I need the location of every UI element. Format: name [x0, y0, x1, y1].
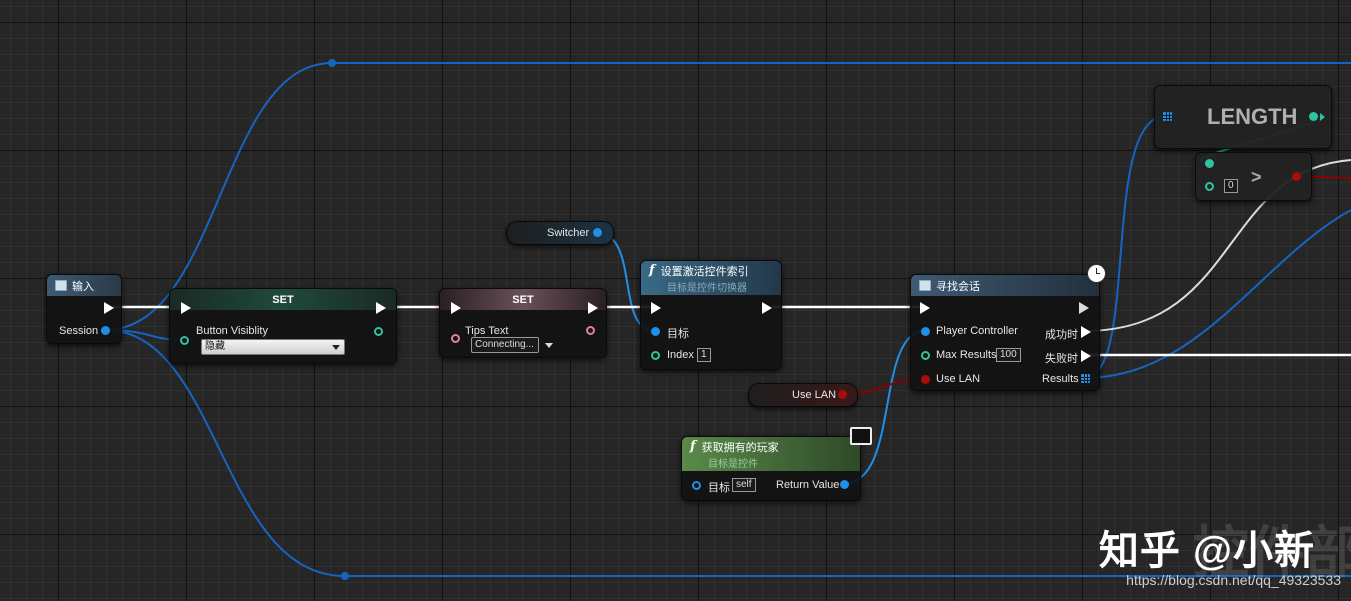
caret-down-icon[interactable] [545, 343, 553, 348]
visibility-in-pin[interactable] [180, 336, 189, 345]
get-owning-player-title: 获取拥有的玩家 [701, 441, 779, 454]
exec-out-pin[interactable] [588, 302, 598, 314]
tips-in-pin[interactable] [451, 334, 460, 343]
length-out-arrow [1320, 113, 1325, 121]
player-controller-label: Player Controller [936, 325, 1018, 337]
return-value-label: Return Value [776, 479, 840, 491]
watermark-url: https://blog.csdn.net/qq_49323533 [1126, 572, 1341, 588]
exec-out-hollow-pin[interactable] [1079, 302, 1089, 314]
function-icon: f [649, 263, 655, 278]
owning-target-value[interactable]: self [732, 478, 756, 492]
exec-out-pin[interactable] [762, 302, 772, 314]
target-label: 目标 [667, 328, 689, 340]
on-failure-label: 失败时 [1045, 353, 1078, 365]
find-sessions-header: 寻找会话 [911, 275, 1099, 296]
reroute-node-top [328, 59, 336, 67]
greater-op-label: > [1251, 167, 1262, 187]
owning-target-label: 目标 [708, 482, 730, 494]
tips-text-value[interactable]: Connecting... [471, 337, 539, 353]
index-label: Index [667, 349, 694, 361]
exec-in-pin[interactable] [181, 302, 191, 314]
length-array-in-pin[interactable] [1163, 112, 1172, 121]
get-owning-player-header: f 获取拥有的玩家 目标是控件 [682, 437, 860, 471]
input-node[interactable]: 输入 Session [46, 274, 122, 344]
owning-target-pin[interactable] [692, 481, 701, 490]
length-title: LENGTH [1207, 104, 1298, 129]
struct-icon [919, 280, 931, 291]
set-active-widget-index-header: f 设置激活控件索引 目标是控件切换器 [641, 261, 781, 295]
greater-a-pin[interactable] [1205, 159, 1214, 168]
set-active-widget-index-title: 设置激活控件索引 [660, 265, 749, 278]
length-node[interactable]: LENGTH [1154, 85, 1332, 149]
chevron-down-icon [332, 345, 340, 350]
target-pin[interactable] [651, 327, 660, 336]
set-tips-node[interactable]: SET Tips Text Connecting... [439, 288, 607, 358]
greater-out-pin[interactable] [1292, 172, 1301, 181]
exec-in-pin[interactable] [651, 302, 661, 314]
index-pin[interactable] [651, 351, 660, 360]
set-active-widget-index-node[interactable]: f 设置激活控件索引 目标是控件切换器 目标 Index 1 [640, 260, 782, 370]
set-visibility-title: SET [272, 293, 294, 306]
return-value-pin[interactable] [840, 480, 849, 489]
find-sessions-title: 寻找会话 [936, 280, 980, 293]
session-pin[interactable] [101, 326, 110, 335]
visibility-out-pin[interactable] [374, 327, 383, 336]
use-lan-var-label: Use LAN [792, 389, 837, 401]
get-owning-player-subtitle: 目标是控件 [708, 458, 758, 470]
session-label: Session [59, 325, 99, 337]
switcher-label: Switcher [547, 227, 590, 239]
exec-out-pin[interactable] [104, 302, 114, 314]
set-tips-title: SET [512, 293, 534, 306]
set-tips-header: SET [440, 289, 606, 310]
use-lan-in-label: Use LAN [936, 373, 981, 385]
index-value-input[interactable]: 1 [697, 348, 711, 362]
tips-out-pin[interactable] [586, 326, 595, 335]
on-success-pin[interactable] [1081, 326, 1091, 338]
exec-in-pin[interactable] [451, 302, 461, 314]
results-label: Results [1042, 373, 1079, 385]
greater-than-node[interactable]: 0 > [1195, 152, 1312, 201]
on-success-label: 成功时 [1045, 329, 1078, 341]
tips-text-label: Tips Text [465, 325, 509, 337]
input-node-title: 输入 [72, 280, 94, 293]
switcher-variable-node[interactable]: Switcher [506, 221, 614, 245]
input-node-header: 输入 [47, 275, 121, 296]
exec-out-pin[interactable] [376, 302, 386, 314]
watermark-text: 知乎 @小新 [1098, 529, 1315, 573]
monitor-icon [850, 427, 872, 445]
greater-b-input[interactable]: 0 [1224, 179, 1238, 193]
set-visibility-header: SET [170, 289, 396, 310]
use-lan-out-pin[interactable] [838, 390, 847, 399]
greater-b-pin[interactable] [1205, 182, 1214, 191]
length-out-pin[interactable] [1309, 112, 1318, 121]
max-results-pin[interactable] [921, 351, 930, 360]
find-sessions-node[interactable]: 寻找会话 Player Controller Max Results 100 U… [910, 264, 1106, 391]
player-controller-pin[interactable] [921, 327, 930, 336]
button-visibility-label: Button Visiblity [196, 325, 268, 337]
use-lan-in-pin[interactable] [921, 375, 930, 384]
function-icon: f [690, 439, 696, 454]
max-results-input[interactable]: 100 [996, 348, 1021, 362]
clock-icon [1087, 264, 1106, 283]
set-active-widget-index-subtitle: 目标是控件切换器 [667, 282, 747, 294]
switcher-out-pin[interactable] [593, 228, 602, 237]
reroute-node-bottom [341, 572, 349, 580]
visibility-dropdown[interactable]: 隐藏 [201, 339, 345, 355]
visibility-dropdown-value: 隐藏 [205, 341, 225, 352]
results-array-pin[interactable] [1081, 374, 1090, 383]
set-visibility-node[interactable]: SET Button Visiblity 隐藏 [169, 288, 397, 364]
tips-text-value-label: Connecting... [475, 339, 534, 350]
struct-icon [55, 280, 67, 291]
max-results-label: Max Results [936, 349, 997, 361]
results-wire-right [1083, 209, 1351, 379]
use-lan-variable-node[interactable]: Use LAN [748, 383, 858, 407]
on-failure-pin[interactable] [1081, 350, 1091, 362]
get-owning-player-node[interactable]: f 获取拥有的玩家 目标是控件 目标 self Return Value [681, 427, 872, 501]
exec-in-pin[interactable] [920, 302, 930, 314]
